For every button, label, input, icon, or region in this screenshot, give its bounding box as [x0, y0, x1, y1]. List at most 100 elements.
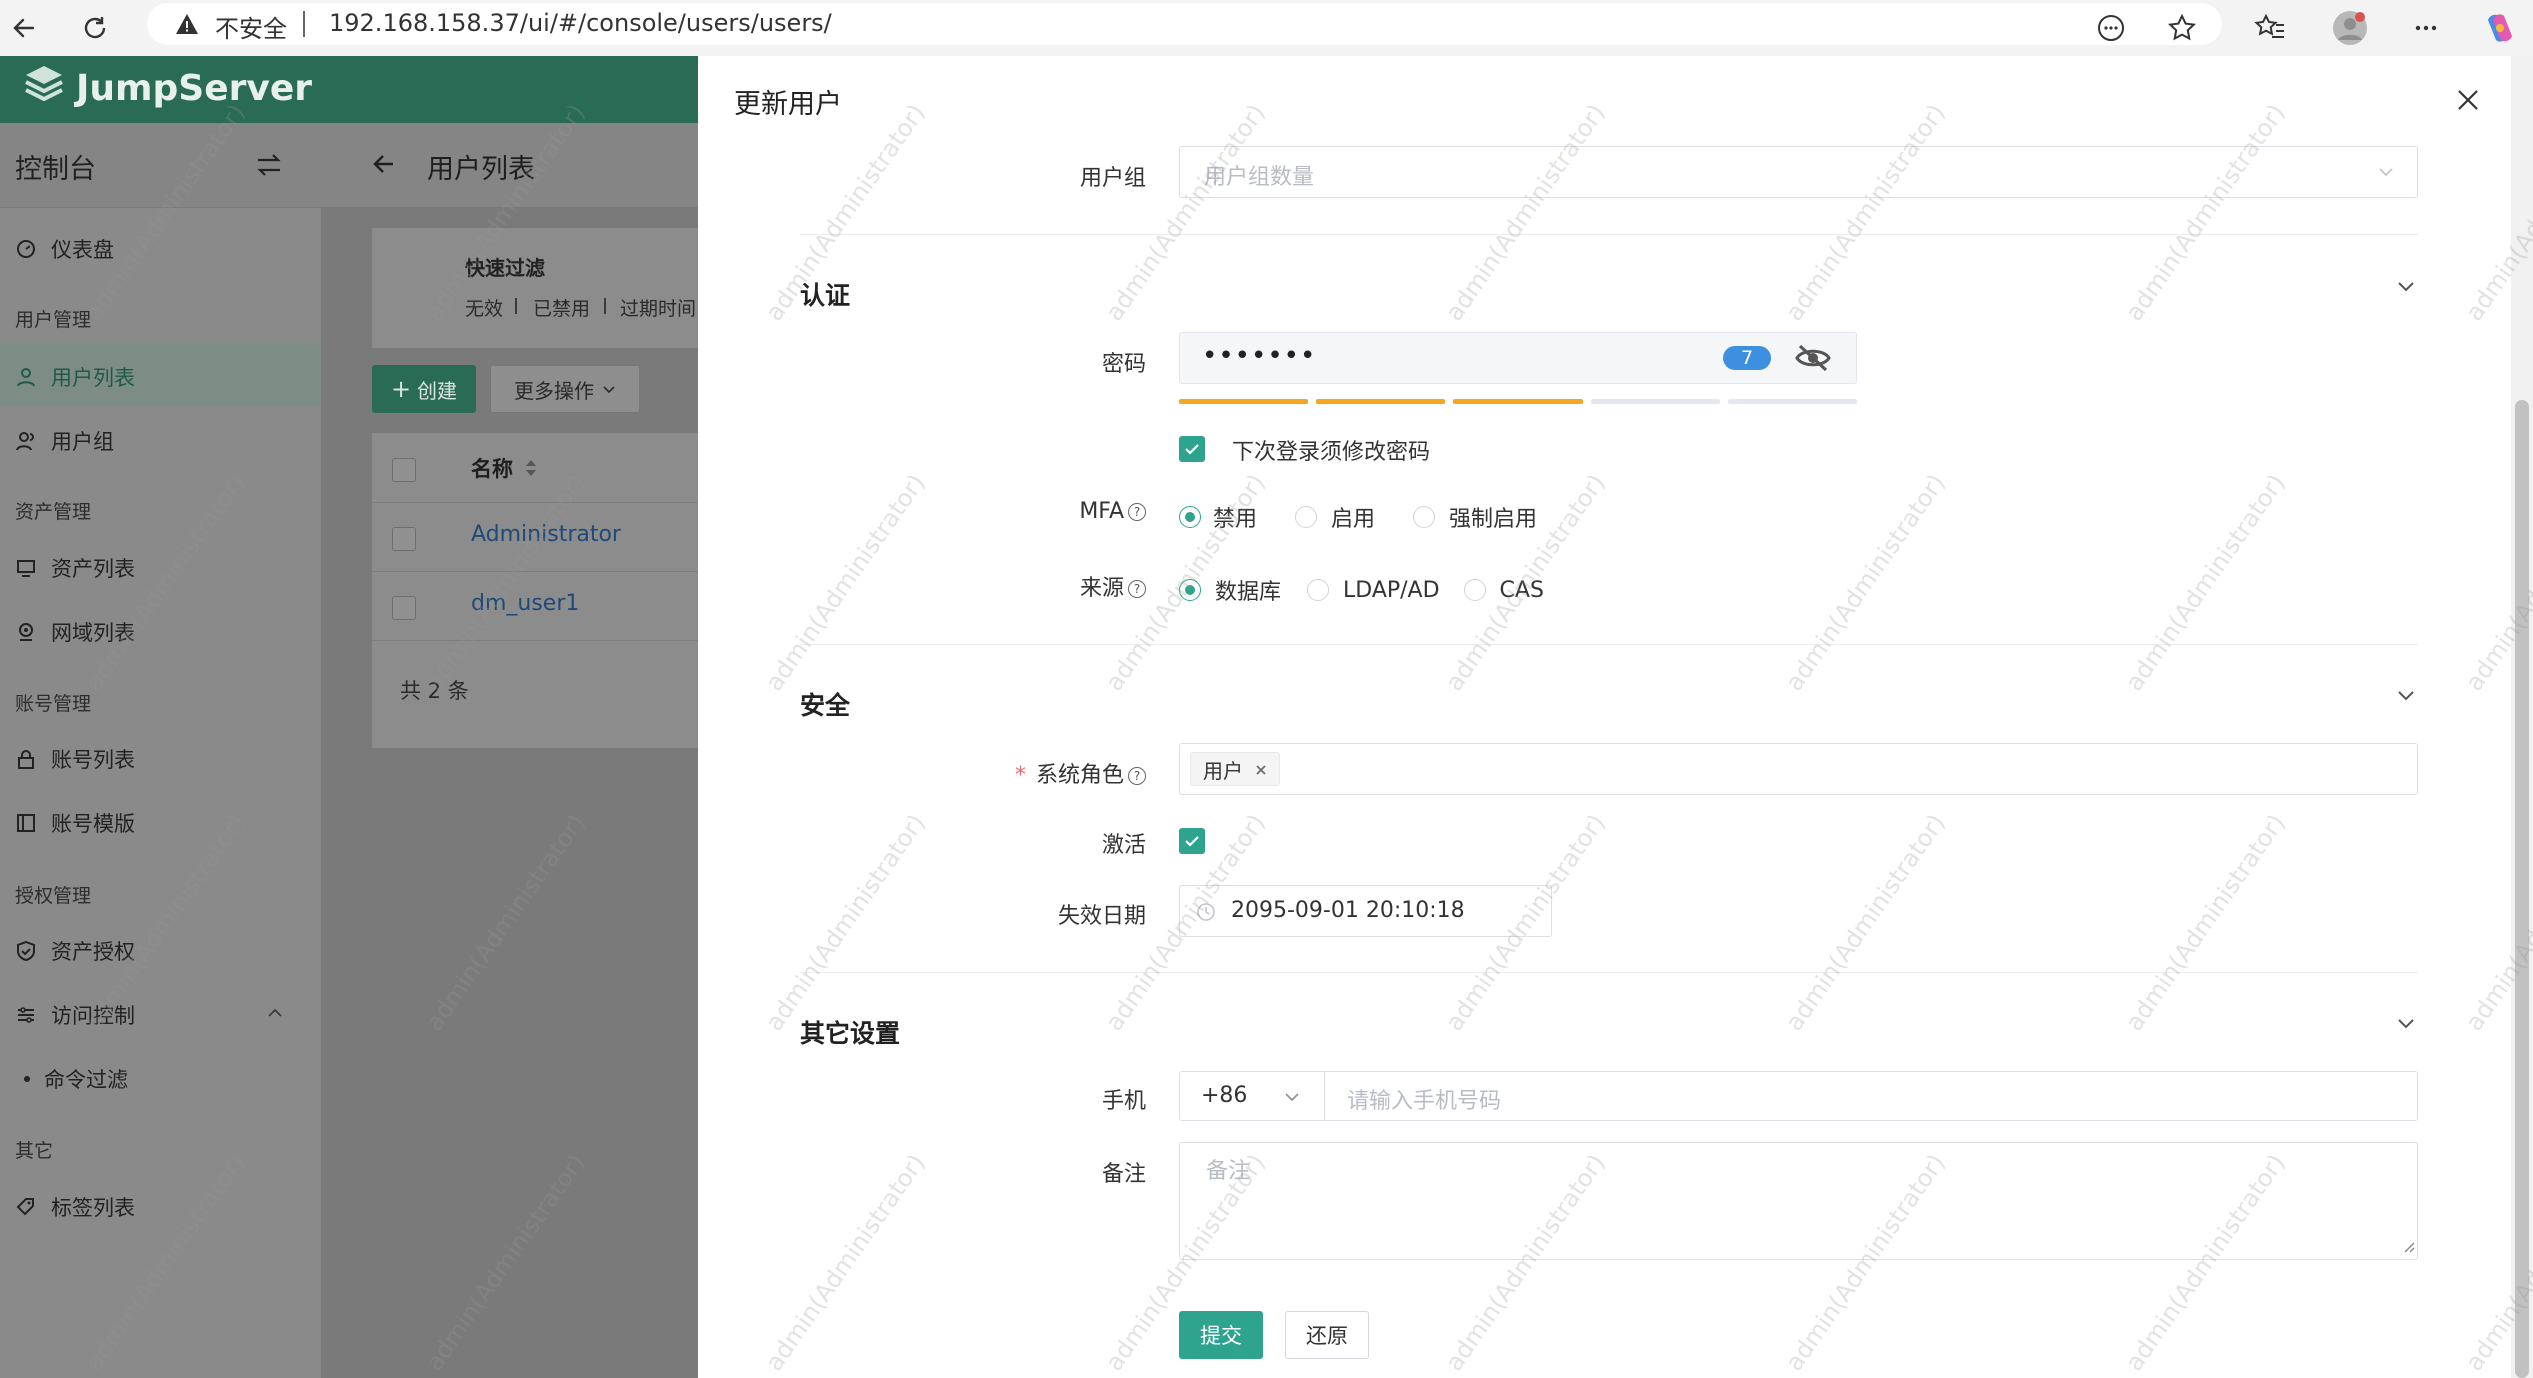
- copilot-icon[interactable]: [2478, 6, 2522, 50]
- mfa-radio-enabled[interactable]: [1295, 506, 1318, 528]
- select-all-checkbox[interactable]: [392, 458, 416, 482]
- more-actions-button[interactable]: 更多操作: [490, 365, 640, 413]
- tag-icon: [15, 1196, 37, 1218]
- sidebar-item-user-group[interactable]: 用户组: [15, 426, 114, 456]
- chevron-up-icon[interactable]: [266, 1004, 284, 1026]
- row-divider: [372, 640, 698, 641]
- brand-logo[interactable]: JumpServer: [22, 64, 312, 113]
- submit-button[interactable]: 提交: [1179, 1311, 1263, 1359]
- reset-button[interactable]: 还原: [1285, 1311, 1369, 1359]
- address-divider: [303, 11, 305, 37]
- phone-number-input[interactable]: 请输入手机号码: [1324, 1071, 2418, 1121]
- reload-icon[interactable]: [73, 6, 117, 50]
- sidebar-group-user-mgmt: 用户管理: [15, 309, 92, 331]
- system-role-select[interactable]: 用户: [1179, 743, 2418, 795]
- filter-expired[interactable]: 过期时间: [620, 294, 696, 321]
- active-checkbox[interactable]: [1179, 828, 1205, 854]
- system-role-label-text: 系统角色: [1035, 763, 1124, 788]
- sidebar-group-perm-mgmt: 授权管理: [15, 885, 92, 907]
- password-input[interactable]: ••••••• 7: [1179, 332, 1857, 384]
- drawer-title: 更新用户: [734, 89, 842, 120]
- mfa-option-label[interactable]: 启用: [1331, 501, 1375, 533]
- table-row-name-link[interactable]: Administrator: [471, 522, 621, 547]
- eye-off-icon[interactable]: [1794, 343, 1832, 377]
- bullet-icon: [24, 1076, 30, 1082]
- row-divider: [372, 502, 698, 503]
- lock-icon: [15, 748, 37, 770]
- back-icon[interactable]: [2, 6, 46, 50]
- help-icon[interactable]: ?: [1128, 767, 1146, 785]
- section-divider: [800, 234, 2418, 235]
- row-checkbox[interactable]: [392, 527, 416, 551]
- section-divider: [800, 644, 2418, 645]
- source-option-label[interactable]: 数据库: [1215, 574, 1281, 606]
- password-label: 密码: [1101, 352, 1146, 377]
- sidebar-item-account-template[interactable]: 账号模版: [15, 808, 135, 838]
- create-button[interactable]: + 创建: [372, 365, 476, 413]
- more-menu-icon[interactable]: [2404, 6, 2448, 50]
- url-text[interactable]: 192.168.158.37/ui/#/console/users/users/: [329, 9, 832, 37]
- sidebar-item-label: 资产列表: [51, 557, 135, 581]
- switch-view-icon[interactable]: [255, 151, 283, 183]
- source-radio-cas[interactable]: [1463, 579, 1486, 601]
- page-header: 用户列表: [321, 123, 698, 207]
- user-group-label: 用户组: [1079, 166, 1146, 191]
- scrollbar-thumb[interactable]: [2515, 400, 2529, 1378]
- mfa-radio-disabled[interactable]: [1179, 506, 1201, 528]
- template-icon: [15, 812, 37, 834]
- source-radio-database[interactable]: [1179, 579, 1201, 601]
- remark-textarea[interactable]: 备注: [1179, 1142, 2418, 1260]
- sidebar-item-dashboard[interactable]: 仪表盘: [15, 234, 114, 264]
- row-checkbox[interactable]: [392, 596, 416, 620]
- mfa-option-label[interactable]: 强制启用: [1449, 501, 1537, 533]
- mfa-radio-forced[interactable]: [1413, 506, 1436, 528]
- filter-disabled[interactable]: 已禁用: [533, 294, 590, 321]
- create-button-label: 创建: [417, 378, 458, 403]
- favorites-list-icon[interactable]: [2248, 6, 2292, 50]
- security-label[interactable]: 不安全: [215, 9, 287, 44]
- help-icon[interactable]: ?: [1128, 503, 1146, 521]
- quick-filter-title: 快速过滤: [465, 256, 545, 280]
- help-icon[interactable]: ?: [1128, 580, 1146, 598]
- table-row-name-link[interactable]: dm_user1: [471, 591, 579, 616]
- tag-close-icon[interactable]: [1255, 757, 1267, 781]
- column-header-name[interactable]: 名称: [471, 453, 513, 483]
- chevron-down-icon[interactable]: [2394, 274, 2418, 298]
- phone-country-code-select[interactable]: +86: [1179, 1071, 1325, 1121]
- remark-placeholder: 备注: [1206, 1159, 1251, 1184]
- sidebar-item-domain-list[interactable]: 网域列表: [15, 617, 135, 647]
- chevron-down-icon[interactable]: [2394, 683, 2418, 707]
- close-icon[interactable]: [2450, 82, 2486, 118]
- source-radio-ldap[interactable]: [1307, 579, 1330, 601]
- section-title-auth: 认证: [800, 281, 851, 310]
- must-change-checkbox[interactable]: [1179, 436, 1205, 462]
- sidebar-item-user-list[interactable]: 用户列表: [15, 362, 135, 392]
- sidebar-item-asset-list[interactable]: 资产列表: [15, 553, 135, 583]
- sidebar-item-tag-list[interactable]: 标签列表: [15, 1192, 135, 1222]
- expire-date-picker[interactable]: 2095-09-01 20:10:18: [1179, 885, 1552, 937]
- sort-icon[interactable]: [524, 457, 538, 483]
- must-change-label[interactable]: 下次登录须修改密码: [1232, 434, 1430, 466]
- favorite-star-icon[interactable]: [2160, 6, 2204, 50]
- phone-code-value: +86: [1201, 1083, 1248, 1108]
- source-label-text: 来源: [1079, 576, 1124, 601]
- mfa-label-text: MFA: [1079, 499, 1124, 524]
- filter-invalid[interactable]: 无效: [465, 294, 503, 321]
- sidebar-item-access-control[interactable]: 访问控制: [15, 1000, 135, 1030]
- sidebar-item-command-filter[interactable]: 命令过滤: [24, 1064, 128, 1094]
- strength-segment: [1453, 399, 1583, 404]
- chevron-down-icon[interactable]: [2394, 1011, 2418, 1035]
- address-bar[interactable]: 不安全 192.168.158.37/ui/#/console/users/us…: [147, 3, 2222, 45]
- resize-handle-icon[interactable]: [2401, 1238, 2415, 1257]
- read-aloud-icon[interactable]: [2089, 6, 2133, 50]
- source-option-label[interactable]: CAS: [1500, 578, 1544, 603]
- sidebar-item-account-list[interactable]: 账号列表: [15, 744, 135, 774]
- sidebar-item-label: 标签列表: [51, 1196, 135, 1220]
- profile-avatar-icon[interactable]: [2328, 6, 2372, 50]
- source-option-label[interactable]: LDAP/AD: [1343, 578, 1440, 603]
- mfa-option-label[interactable]: 禁用: [1213, 501, 1257, 533]
- back-arrow-icon[interactable]: [371, 151, 397, 181]
- sidebar-item-asset-perm[interactable]: 资产授权: [15, 936, 135, 966]
- brand-name: JumpServer: [76, 68, 313, 109]
- user-group-select[interactable]: 用户组数量: [1179, 146, 2418, 198]
